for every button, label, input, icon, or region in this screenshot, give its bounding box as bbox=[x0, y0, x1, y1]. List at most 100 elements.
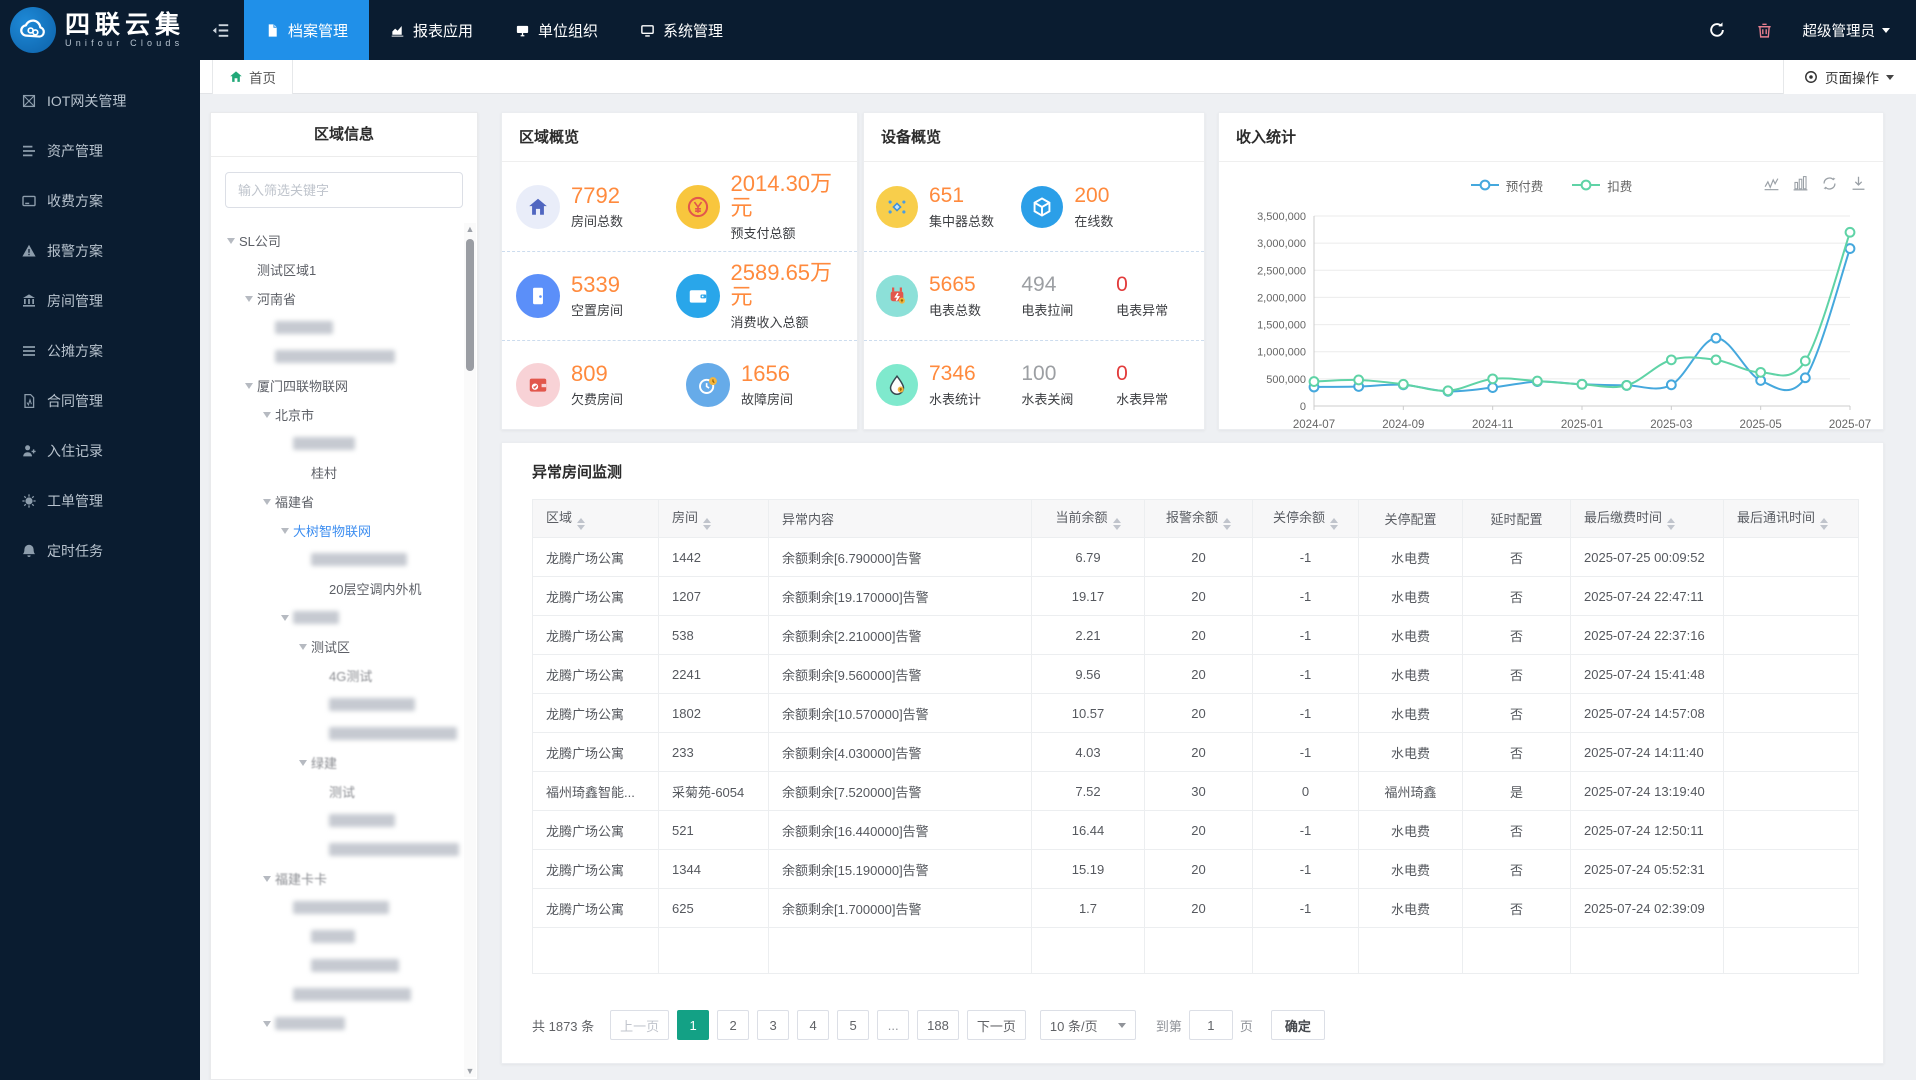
sidebar-item-task[interactable]: 定时任务 bbox=[0, 526, 200, 576]
caret-down-icon[interactable] bbox=[295, 759, 311, 766]
caret-down-icon[interactable] bbox=[241, 382, 257, 389]
sidebar-item-room[interactable]: 房间管理 bbox=[0, 276, 200, 326]
sort-icon[interactable] bbox=[1223, 518, 1231, 530]
page-button-...[interactable]: ... bbox=[877, 1010, 910, 1040]
caret-down-icon[interactable] bbox=[241, 295, 257, 302]
prev-page-button[interactable]: 上一页 bbox=[610, 1010, 670, 1040]
tree-scrollbar[interactable]: ▲ ▼ bbox=[464, 223, 476, 1077]
sidebar-item-alarm[interactable]: 报警方案 bbox=[0, 226, 200, 276]
column-header-最后通讯时间[interactable]: 最后通讯时间 bbox=[1723, 499, 1859, 538]
caret-down-icon[interactable] bbox=[259, 1020, 275, 1027]
column-header-当前余额[interactable]: 当前余额 bbox=[1031, 499, 1145, 538]
download-tool-icon[interactable] bbox=[1850, 175, 1867, 192]
page-size-select[interactable]: 10 条/页 bbox=[1039, 1010, 1136, 1040]
column-header-关停余额[interactable]: 关停余额 bbox=[1252, 499, 1359, 538]
tree-node[interactable] bbox=[211, 835, 477, 864]
column-header-报警余额[interactable]: 报警余额 bbox=[1144, 499, 1253, 538]
sort-icon[interactable] bbox=[1112, 518, 1121, 530]
nav-menu-item[interactable]: 档案管理 bbox=[244, 0, 370, 60]
caret-down-icon[interactable] bbox=[259, 875, 275, 882]
tree-node[interactable]: 北京市 bbox=[211, 400, 477, 429]
tab-home[interactable]: 首页 bbox=[212, 60, 293, 94]
page-actions-button[interactable]: 页面操作 bbox=[1783, 60, 1916, 94]
sidebar-item-asset[interactable]: 资产管理 bbox=[0, 126, 200, 176]
column-header-区域[interactable]: 区域 bbox=[532, 499, 659, 538]
tree-node[interactable]: 20层空调内外机 bbox=[211, 574, 477, 603]
refresh-icon[interactable] bbox=[1708, 21, 1726, 39]
table-row: 龙腾广场公寓 1802 余额剩余[10.570000]告警 10.57 20 -1 水电费否… bbox=[532, 693, 1859, 733]
sidebar-item-share[interactable]: 公摊方案 bbox=[0, 326, 200, 376]
tree-node[interactable] bbox=[211, 951, 477, 980]
tree-search-input[interactable] bbox=[225, 172, 463, 208]
sort-icon[interactable] bbox=[1330, 518, 1338, 530]
tree-node[interactable] bbox=[211, 690, 477, 719]
caret-down-icon[interactable] bbox=[223, 237, 239, 244]
sidebar-item-checkin[interactable]: 入住记录 bbox=[0, 426, 200, 476]
tree-node[interactable] bbox=[211, 893, 477, 922]
tree-node[interactable] bbox=[211, 980, 477, 1009]
sidebar-collapse-icon[interactable] bbox=[211, 21, 230, 40]
tree-node[interactable] bbox=[211, 342, 477, 371]
tree-node[interactable] bbox=[211, 922, 477, 951]
caret-down-icon[interactable] bbox=[259, 498, 275, 505]
trash-icon[interactable] bbox=[1756, 22, 1773, 39]
page-button-188[interactable]: 188 bbox=[917, 1010, 959, 1040]
user-menu[interactable]: 超级管理员 bbox=[1803, 20, 1890, 41]
page-button-1[interactable]: 1 bbox=[677, 1010, 710, 1040]
reload-tool-icon[interactable] bbox=[1821, 175, 1838, 192]
page-button-2[interactable]: 2 bbox=[717, 1010, 750, 1040]
tree-node[interactable]: 大树智物联网 bbox=[211, 516, 477, 545]
tree-node[interactable] bbox=[211, 806, 477, 835]
legend-item-预付费[interactable]: 预付费 bbox=[1470, 176, 1543, 195]
confirm-button[interactable]: 确定 bbox=[1270, 1010, 1325, 1040]
legend-item-扣费[interactable]: 扣费 bbox=[1571, 176, 1632, 195]
nav-menu-item[interactable]: 单位组织 bbox=[494, 0, 619, 60]
caret-down-icon[interactable] bbox=[259, 411, 275, 418]
column-header-房间[interactable]: 房间 bbox=[658, 499, 769, 538]
sort-icon[interactable] bbox=[577, 518, 586, 530]
tree-node[interactable]: 绿建 bbox=[211, 748, 477, 777]
tree-node[interactable]: 测试区 bbox=[211, 632, 477, 661]
caret-down-icon[interactable] bbox=[277, 614, 293, 621]
tree-node[interactable] bbox=[211, 545, 477, 574]
sidebar-item-workorder[interactable]: 工单管理 bbox=[0, 476, 200, 526]
bar-tool-icon[interactable] bbox=[1792, 175, 1809, 192]
tree-node[interactable] bbox=[211, 1009, 477, 1038]
table-cell: 水电费 bbox=[1358, 537, 1463, 577]
tree-node[interactable]: 河南省 bbox=[211, 284, 477, 313]
tree-node[interactable]: SL公司 bbox=[211, 226, 477, 255]
goto-page-input[interactable] bbox=[1188, 1010, 1233, 1040]
page-button-5[interactable]: 5 bbox=[837, 1010, 870, 1040]
tree-node[interactable] bbox=[211, 719, 477, 748]
sidebar-item-fee[interactable]: 收费方案 bbox=[0, 176, 200, 226]
nav-menu-item[interactable]: 系统管理 bbox=[619, 0, 744, 60]
sort-icon[interactable] bbox=[1820, 518, 1829, 530]
tree-node[interactable]: 福建省 bbox=[211, 487, 477, 516]
tree-node[interactable] bbox=[211, 429, 477, 458]
tree-node[interactable] bbox=[211, 313, 477, 342]
sort-icon[interactable] bbox=[1667, 518, 1676, 530]
tree-node[interactable]: 福建卡卡 bbox=[211, 864, 477, 893]
sidebar-item-gateway[interactable]: IOT网关管理 bbox=[0, 76, 200, 126]
line-tool-icon[interactable] bbox=[1763, 175, 1780, 192]
caret-down-icon[interactable] bbox=[295, 643, 311, 650]
page-button-4[interactable]: 4 bbox=[797, 1010, 830, 1040]
scrollbar-thumb[interactable] bbox=[466, 239, 474, 371]
nav-menu-item[interactable]: 报表应用 bbox=[369, 0, 494, 60]
next-page-button[interactable]: 下一页 bbox=[966, 1010, 1026, 1040]
tree-node[interactable]: 桂村 bbox=[211, 458, 477, 487]
wmeter-icon bbox=[876, 364, 918, 406]
tree-node[interactable]: 厦门四联物联网 bbox=[211, 371, 477, 400]
scroll-up-icon[interactable]: ▲ bbox=[464, 223, 476, 235]
column-header-最后缴费时间[interactable]: 最后缴费时间 bbox=[1570, 499, 1724, 538]
caret-down-icon[interactable] bbox=[277, 527, 293, 534]
sidebar-item-contract[interactable]: 合同管理 bbox=[0, 376, 200, 426]
page-button-3[interactable]: 3 bbox=[757, 1010, 790, 1040]
tree-node[interactable] bbox=[211, 603, 477, 632]
tree-node[interactable]: 4G测试 bbox=[211, 661, 477, 690]
sort-icon[interactable] bbox=[703, 518, 712, 530]
scroll-down-icon[interactable]: ▼ bbox=[464, 1065, 476, 1077]
tree-node[interactable]: 测试区域1 bbox=[211, 255, 477, 284]
table-cell: 4.03 bbox=[1031, 732, 1145, 772]
tree-node[interactable]: 测试 bbox=[211, 777, 477, 806]
